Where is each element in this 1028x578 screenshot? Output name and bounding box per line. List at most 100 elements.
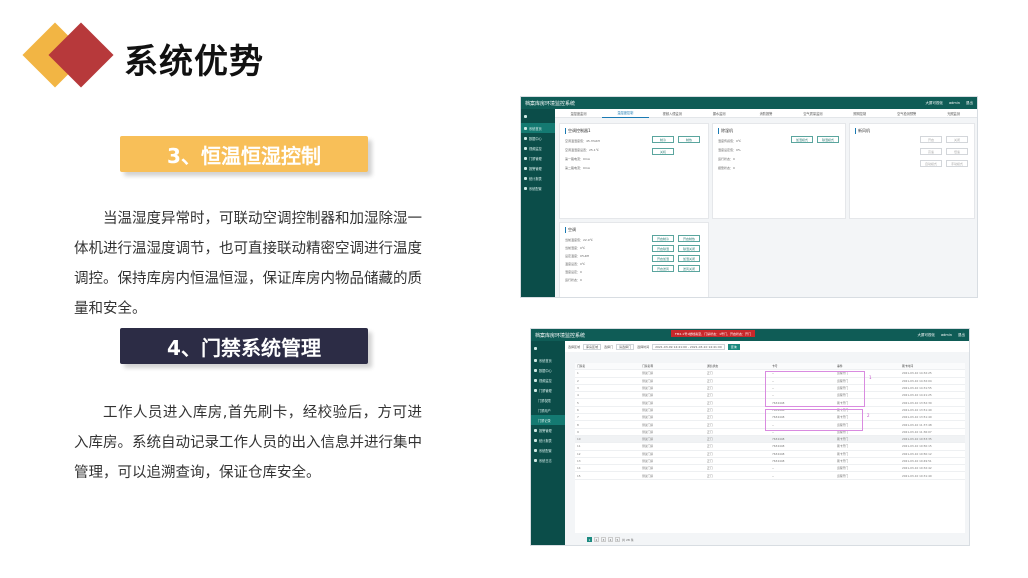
heat-button[interactable]: 制热 — [678, 136, 700, 143]
tab-0[interactable]: 温湿度监测 — [555, 111, 602, 116]
fresh-auto-button[interactable]: 自动模式 — [920, 160, 942, 167]
topbar-user[interactable]: admin — [941, 333, 952, 338]
table-row[interactable]: 12 测试门禁 正门 7634448 刷卡开门 2021-03-10 10:50:12 — [575, 451, 965, 458]
precise-fan-on-button[interactable]: 开启送风 — [652, 265, 674, 272]
sidebar-label: 系统日志 — [539, 458, 552, 463]
page-button[interactable]: 3 — [601, 537, 606, 542]
fresh-manual-button[interactable]: 手动模式 — [946, 160, 968, 167]
topbar-logout[interactable]: 退出 — [958, 333, 965, 338]
precise-dehum-off-button[interactable]: 除湿关闭 — [678, 245, 700, 252]
precise-hum-off-button[interactable]: 加湿关闭 — [678, 255, 700, 262]
fresh-off-button[interactable]: 关闭 — [946, 136, 968, 143]
table-row[interactable]: 15 测试门禁 正门 -- 远程开门 2021-03-10 10:31:40 — [575, 472, 965, 480]
sidebar-item-config[interactable]: 系统配置 — [521, 183, 555, 193]
table-cell: 6 — [577, 407, 579, 412]
column-header[interactable]: 门禁名称 — [640, 364, 705, 368]
page-button[interactable]: 2 — [594, 537, 599, 542]
column-header[interactable]: 门禁名 — [575, 364, 640, 368]
topbar-user[interactable]: admin — [949, 101, 960, 106]
table-cell: 12 — [577, 451, 581, 456]
humidify-button[interactable]: 加湿模式 — [791, 136, 813, 143]
precise-dehum-on-button[interactable]: 开启除湿 — [652, 245, 674, 252]
screenshot-climate-control: 档案库房环境监控系统 大屏可视化 admin 退出 系统首页 数据中心 视频监控… — [520, 96, 978, 298]
sidebar-label: 系统配置 — [539, 448, 552, 453]
sidebar-item[interactable]: 系统首页 — [531, 355, 565, 365]
sidebar-item-video[interactable]: 视频监控 — [521, 143, 555, 153]
door-select[interactable]: 请选择门 — [616, 343, 635, 350]
precise-heat-on-button[interactable]: 开启制热 — [678, 235, 700, 242]
table-row[interactable]: 11 测试门禁 正门 7634448 刷卡开门 2021-03-10 10:50:15 — [575, 443, 965, 451]
sidebar-item[interactable]: 报警管理 — [531, 425, 565, 435]
sidebar-item[interactable]: 系统配置 — [531, 445, 565, 455]
table-row[interactable]: 10 测试门禁 正门 7634448 刷卡开门 2021-03-10 10:53:35 — [575, 435, 965, 444]
tab-7[interactable]: 空气检测预警 — [883, 111, 930, 116]
panel-row: 第二路电流：0mA — [565, 166, 590, 170]
sidebar-item-access[interactable]: 门禁管理 — [521, 153, 555, 163]
column-header[interactable]: 通信状态 — [705, 364, 770, 368]
sidebar-item-data[interactable]: 数据中心 — [521, 133, 555, 143]
sidebar-item[interactable]: 数据中心 — [531, 365, 565, 375]
sidebar-subitem-active[interactable]: 门禁记录 — [531, 415, 565, 425]
tab-1[interactable]: 温湿度控制 — [601, 109, 649, 118]
time-range-input[interactable]: 2021-03-09 14:41:00 - 2021-03-10 14:41:0… — [652, 343, 725, 350]
sidebar-item[interactable]: 视频监控 — [531, 375, 565, 385]
table-cell: 7634448 — [772, 451, 785, 456]
table-cell: 2021-03-10 11:36:07 — [902, 429, 932, 434]
tab-4[interactable]: 消防报警 — [743, 111, 790, 116]
sidebar-item[interactable]: 系统日志 — [531, 455, 565, 465]
sidebar-subitem[interactable]: 门禁用户 — [531, 405, 565, 415]
tab-8[interactable]: 光照监测 — [930, 111, 977, 116]
table-cell: 正门 — [707, 407, 713, 412]
filter-label: 选择时间 — [637, 344, 650, 349]
section4-heading: 4、门禁系统管理 — [120, 328, 368, 364]
table-cell: 1 — [577, 371, 579, 376]
page-button[interactable]: 1 — [587, 537, 592, 542]
off-button[interactable]: 关机 — [652, 148, 674, 155]
fresh-on-button[interactable]: 开启 — [920, 136, 942, 143]
column-header[interactable]: 事件 — [835, 364, 900, 368]
tab-5[interactable]: 空气质量监测 — [789, 111, 836, 116]
table-cell: 2021-03-10 10:49:51 — [902, 459, 932, 463]
sidebar-item-alarm[interactable]: 报警管理 — [521, 163, 555, 173]
tab-2[interactable]: 视频入侵监测 — [649, 111, 696, 116]
table-row[interactable]: 13 测试门禁 正门 7634448 刷卡开门 2021-03-10 10:49:51 — [575, 458, 965, 466]
precise-fan-off-button[interactable]: 送风关闭 — [678, 265, 700, 272]
dehumidify-button[interactable]: 除湿模式 — [817, 136, 839, 143]
query-button[interactable]: 查询 — [727, 343, 740, 350]
tab-3[interactable]: 漏水监测 — [696, 111, 743, 116]
app-topbar: 档案库房环境监控系统 大屏可视化 admin 退出 — [521, 97, 977, 109]
table-cell: 刷卡开门 — [837, 444, 849, 449]
table-row[interactable]: 14 测试门禁 正门 -- 远程开门 2021-03-10 10:32:42 — [575, 465, 965, 473]
sidebar-item[interactable]: 统计报表 — [531, 435, 565, 445]
table-cell: 7634448 — [772, 459, 785, 463]
cool-button[interactable]: 制冷 — [652, 136, 674, 143]
menu-toggle[interactable] — [521, 109, 555, 123]
page-button[interactable]: 4 — [608, 537, 613, 542]
table-cell: 11 — [577, 444, 581, 449]
sidebar-item[interactable]: 门禁管理 — [531, 385, 565, 395]
table-cell: 测试门禁 — [642, 407, 654, 412]
tab-6[interactable]: 照明控制 — [836, 111, 883, 116]
sidebar-item-home[interactable]: 系统首页 — [521, 123, 555, 133]
fresh-high-button[interactable]: 高速 — [920, 148, 942, 155]
door-icon — [524, 156, 527, 160]
topbar-dashboard-link[interactable]: 大屏可视化 — [926, 101, 944, 106]
home-icon — [524, 126, 527, 130]
topbar-dashboard-link[interactable]: 大屏可视化 — [918, 333, 936, 338]
table-cell: 2021-03-10 14:32:04 — [902, 378, 932, 383]
sidebar-label: 报警管理 — [529, 166, 542, 171]
area-select[interactable]: 库房区域 — [583, 343, 602, 350]
precise-hum-on-button[interactable]: 开启加湿 — [652, 255, 674, 262]
sidebar-item-stats[interactable]: 统计报表 — [521, 173, 555, 183]
table-cell: 正门 — [707, 459, 713, 463]
page-button[interactable]: 5 — [615, 537, 620, 542]
topbar-logout[interactable]: 退出 — [966, 101, 973, 106]
fresh-low-button[interactable]: 低速 — [946, 148, 968, 155]
table-cell: 正门 — [707, 393, 713, 398]
panel-row: 报警状态：0 — [718, 166, 735, 170]
column-header[interactable]: 刷卡时间 — [900, 364, 965, 368]
precise-cool-on-button[interactable]: 开启制冷 — [652, 235, 674, 242]
column-header[interactable]: 卡号 — [770, 364, 835, 368]
sidebar-subitem[interactable]: 门禁权限 — [531, 395, 565, 405]
menu-toggle[interactable] — [531, 341, 565, 355]
